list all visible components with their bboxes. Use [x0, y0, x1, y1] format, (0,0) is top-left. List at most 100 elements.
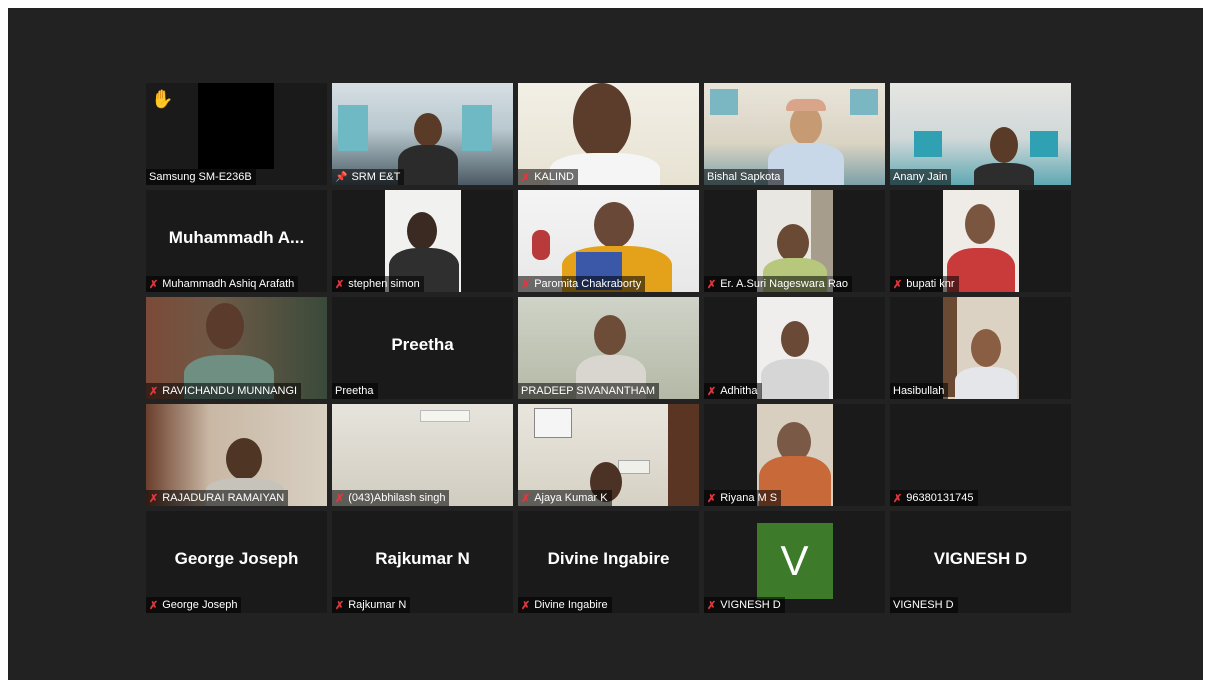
participant-name: Hasibullah — [893, 385, 945, 397]
participant-name-tag: VIGNESH D — [890, 597, 958, 613]
black-video-frame — [198, 83, 274, 169]
participant-tile[interactable]: VIGNESH D VIGNESH D — [890, 511, 1071, 613]
participant-name-tag: ✗ KALIND — [518, 169, 578, 185]
participant-tile[interactable]: Divine Ingabire ✗ Divine Ingabire — [518, 511, 699, 613]
mic-muted-icon: ✗ — [521, 171, 531, 184]
participant-name: Er. A.Suri Nageswara Rao — [720, 278, 849, 290]
participant-tile[interactable]: Preetha Preetha — [332, 297, 513, 399]
participant-tile[interactable]: ✗ Er. A.Suri Nageswara Rao — [704, 190, 885, 292]
participant-tile[interactable]: ✗ KALIND — [518, 83, 699, 185]
participant-tile[interactable]: Hasibullah — [890, 297, 1071, 399]
participant-tile[interactable]: ✗ RAVICHANDU MUNNANGI — [146, 297, 327, 399]
participant-name: Samsung SM-E236B — [149, 171, 252, 183]
raised-hand-icon: ✋ — [151, 89, 174, 109]
participant-name-tag: ✗ Muhammadh Ashiq Arafath — [146, 276, 299, 292]
mic-muted-icon: ✗ — [893, 492, 903, 505]
mic-muted-icon: ✗ — [707, 278, 717, 291]
participant-name-tag: ✗ RAVICHANDU MUNNANGI — [146, 383, 302, 399]
participant-name-tag: ✗ (043)Abhilash singh — [332, 490, 450, 506]
participant-name-tag: Bishal Sapkota — [704, 169, 785, 185]
participant-name-tag: Hasibullah — [890, 383, 949, 399]
participant-name: Paromita Chakraborty — [534, 278, 642, 290]
participant-name: (043)Abhilash singh — [348, 492, 446, 504]
participant-tile[interactable]: ✗ RAJADURAI RAMAIYAN — [146, 404, 327, 506]
participant-name: VIGNESH D — [893, 599, 954, 611]
participant-name-tag: Anany Jain — [890, 169, 952, 185]
participant-name: Muhammadh Ashiq Arafath — [162, 278, 295, 290]
meeting-gallery-view: ✋ Samsung SM-E236B 📌 SRM E&T ✗ KALIND Bi… — [8, 8, 1203, 680]
mic-muted-icon: ✗ — [707, 599, 717, 612]
participant-display-name: VIGNESH D — [933, 549, 1028, 568]
participant-name: Riyana M S — [720, 492, 778, 504]
mic-muted-icon: ✗ — [335, 492, 345, 505]
participant-name: Divine Ingabire — [534, 599, 608, 611]
participant-name-tag: ✗ RAJADURAI RAMAIYAN — [146, 490, 289, 506]
mic-muted-icon: ✗ — [521, 492, 531, 505]
participant-tile[interactable]: ✗ Ajaya Kumar K — [518, 404, 699, 506]
participant-tile[interactable]: Anany Jain — [890, 83, 1071, 185]
participant-video — [942, 297, 1019, 399]
participant-name: VIGNESH D — [720, 599, 781, 611]
participant-name: KALIND — [534, 171, 574, 183]
participant-video — [756, 297, 833, 399]
participant-grid: ✋ Samsung SM-E236B 📌 SRM E&T ✗ KALIND Bi… — [146, 83, 1071, 613]
participant-tile[interactable]: ✗ Adhitha — [704, 297, 885, 399]
participant-tile[interactable]: George Joseph ✗ George Joseph — [146, 511, 327, 613]
participant-name: Ajaya Kumar K — [534, 492, 608, 504]
participant-name: RAJADURAI RAMAIYAN — [162, 492, 285, 504]
participant-tile[interactable]: PRADEEP SIVANANTHAM — [518, 297, 699, 399]
mic-muted-icon: ✗ — [707, 385, 717, 398]
participant-tile[interactable]: ✗ stephen simon — [332, 190, 513, 292]
participant-tile[interactable]: Rajkumar N ✗ Rajkumar N — [332, 511, 513, 613]
participant-name-tag: ✗ VIGNESH D — [704, 597, 785, 613]
participant-name: George Joseph — [162, 599, 238, 611]
participant-name-tag: ✗ stephen simon — [332, 276, 424, 292]
participant-display-name: Rajkumar N — [375, 549, 470, 568]
participant-name: Adhitha — [720, 385, 758, 397]
participant-name: Bishal Sapkota — [707, 171, 781, 183]
participant-name: SRM E&T — [351, 171, 401, 183]
pin-icon: 📌 — [335, 171, 348, 183]
participant-tile[interactable]: ✗ bupati knr — [890, 190, 1071, 292]
participant-name-tag: ✗ Riyana M S — [704, 490, 782, 506]
participant-tile[interactable]: ✋ Samsung SM-E236B — [146, 83, 327, 185]
participant-tile[interactable]: Bishal Sapkota — [704, 83, 885, 185]
participant-name: bupati knr — [906, 278, 955, 290]
participant-name-tag: ✗ Rajkumar N — [332, 597, 411, 613]
participant-name: 96380131745 — [906, 492, 974, 504]
participant-name-tag: ✗ Adhitha — [704, 383, 762, 399]
participant-name-tag: ✗ George Joseph — [146, 597, 242, 613]
mic-muted-icon: ✗ — [707, 492, 717, 505]
participant-name: Anany Jain — [893, 171, 948, 183]
mic-muted-icon: ✗ — [149, 599, 159, 612]
participant-avatar: V — [756, 523, 833, 599]
participant-tile[interactable]: Muhammadh A... ✗ Muhammadh Ashiq Arafath — [146, 190, 327, 292]
participant-tile[interactable]: ✗ 96380131745 — [890, 404, 1071, 506]
participant-name-tag: ✗ Divine Ingabire — [518, 597, 612, 613]
mic-muted-icon: ✗ — [149, 278, 159, 291]
participant-tile-active-speaker[interactable]: 📌 SRM E&T — [332, 83, 513, 185]
mic-muted-icon: ✗ — [149, 385, 159, 398]
participant-name-tag: Preetha — [332, 383, 378, 399]
participant-name: RAVICHANDU MUNNANGI — [162, 385, 298, 397]
participant-name-tag: ✗ Paromita Chakraborty — [518, 276, 646, 292]
mic-muted-icon: ✗ — [335, 599, 345, 612]
participant-display-name: Divine Ingabire — [547, 549, 670, 568]
mic-muted-icon: ✗ — [521, 278, 531, 291]
participant-tile[interactable]: V ✗ VIGNESH D — [704, 511, 885, 613]
participant-tile[interactable]: ✗ (043)Abhilash singh — [332, 404, 513, 506]
participant-name-tag: ✗ Ajaya Kumar K — [518, 490, 612, 506]
participant-display-name: George Joseph — [174, 549, 299, 568]
participant-name-tag: Samsung SM-E236B — [146, 169, 256, 185]
mic-muted-icon: ✗ — [149, 492, 159, 505]
participant-name-tag: 📌 SRM E&T — [332, 169, 405, 185]
mic-muted-icon: ✗ — [521, 599, 531, 612]
participant-name-tag: ✗ bupati knr — [890, 276, 959, 292]
participant-tile[interactable]: ✗ Paromita Chakraborty — [518, 190, 699, 292]
participant-display-name: Muhammadh A... — [168, 228, 305, 247]
participant-name: Rajkumar N — [348, 599, 407, 611]
participant-tile[interactable]: ✗ Riyana M S — [704, 404, 885, 506]
participant-name: Preetha — [335, 385, 374, 397]
mic-muted-icon: ✗ — [893, 278, 903, 291]
participant-name-tag: ✗ 96380131745 — [890, 490, 978, 506]
